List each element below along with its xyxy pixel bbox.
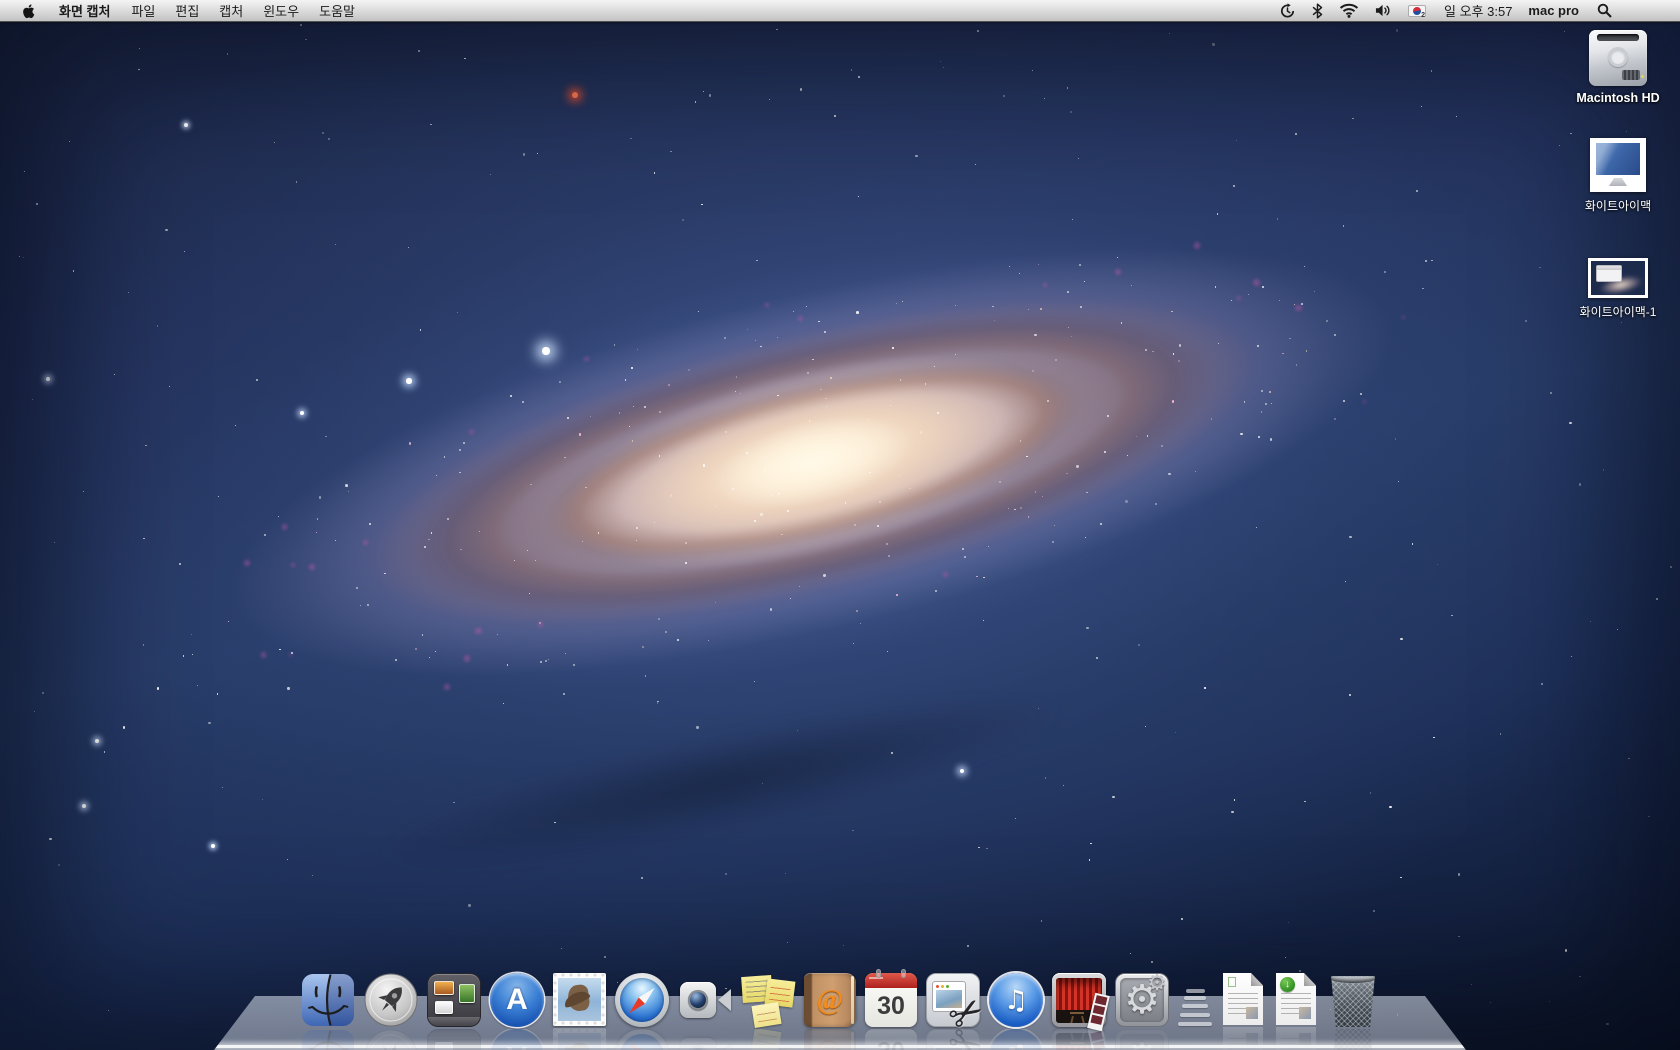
menu-3[interactable]: 캡처: [209, 0, 253, 21]
dock-item-document-icon[interactable]: [1221, 973, 1265, 1050]
menubar-username[interactable]: mac pro: [1518, 3, 1587, 18]
dock-item-stickies-icon[interactable]: [741, 973, 795, 1050]
menu-4[interactable]: 윈도우: [253, 0, 309, 21]
apple-menu[interactable]: [12, 0, 48, 21]
dock-item-safari-icon[interactable]: [615, 973, 669, 1050]
dock-separator: [1178, 973, 1212, 1027]
galaxy-core: [703, 398, 921, 526]
menu-bar-status-area: 2 일 오후 3:57 mac pro: [1271, 0, 1680, 21]
nebula-wisp: [359, 664, 1082, 902]
dock-item-document-download-icon[interactable]: ↓↓: [1274, 973, 1318, 1050]
desktop-icon-label: 화이트아이맥: [1585, 197, 1651, 214]
wallpaper: [0, 0, 1680, 1050]
desktop-icon-column: Macintosh HD 화이트아이맥화이트아이맥-1: [1560, 24, 1676, 364]
galaxy-halo: [8, 12, 1617, 911]
dock-item-app-store-icon[interactable]: AA: [490, 973, 544, 1050]
menubar-clock[interactable]: 일 오후 3:57: [1434, 1, 1518, 20]
dock-items: AA @@3030✂✂♫♫ ⚙⚙⚙⚙ ↓↓: [0, 964, 1680, 1050]
galaxy-dust-lane-inner: [414, 272, 1211, 651]
dock-item-itunes-icon[interactable]: ♫♫: [989, 973, 1043, 1050]
dock-item-grab-icon[interactable]: ✂✂: [926, 973, 980, 1050]
menu-2[interactable]: 편집: [165, 0, 209, 21]
desktop-icon-image-file-imac[interactable]: 화이트아이맥: [1560, 138, 1676, 214]
volume-icon[interactable]: [1367, 0, 1400, 21]
dock-item-address-book-icon[interactable]: @@: [804, 973, 856, 1050]
apple-icon: [23, 3, 37, 19]
dock-item-facetime-icon[interactable]: [678, 973, 732, 1050]
desktop-icon-label: 화이트아이맥-1: [1580, 303, 1657, 320]
desktop-icon-image-file-screenshot[interactable]: 화이트아이맥-1: [1560, 258, 1676, 320]
galaxy-core-glow: [545, 313, 1079, 611]
dock-item-finder-icon[interactable]: [301, 973, 355, 1050]
desktop-icon-label: Macintosh HD: [1576, 91, 1659, 105]
menu-bar: 화면 캡처파일편집캡처윈도우도움말 2 일 오후 3:57 mac pro: [0, 0, 1680, 22]
dock-item-system-preferences-icon[interactable]: ⚙⚙⚙⚙: [1115, 973, 1169, 1050]
time-machine-icon[interactable]: [1271, 0, 1304, 21]
bluetooth-icon[interactable]: [1304, 0, 1331, 21]
galaxy-dust-lane-outer: [225, 174, 1399, 751]
galaxy-starfield: [0, 0, 1680, 1050]
korean-flag-icon[interactable]: 2: [1400, 0, 1434, 21]
dock: AA @@3030✂✂♫♫ ⚙⚙⚙⚙ ↓↓: [0, 964, 1680, 1050]
dock-item-launchpad-icon[interactable]: [364, 973, 418, 1050]
macos-desktop: { "menubar": { "menus": [ { "label": "화면…: [0, 0, 1680, 1050]
dock-item-ical-icon[interactable]: 3030: [865, 973, 917, 1050]
dock-item-mission-control-icon[interactable]: [427, 973, 481, 1050]
menu-app-name[interactable]: 화면 캡처: [48, 0, 121, 21]
menu-bar-left: 화면 캡처파일편집캡처윈도우도움말: [0, 0, 365, 21]
menu-1[interactable]: 파일: [121, 0, 165, 21]
spotlight-icon[interactable]: [1587, 0, 1616, 21]
galaxy-disk: [194, 160, 1429, 764]
dock-item-photo-booth-icon[interactable]: [1052, 973, 1106, 1050]
dock-item-mail-icon[interactable]: [553, 973, 606, 1050]
wifi-icon[interactable]: [1331, 0, 1367, 21]
desktop-icon-hard-drive[interactable]: Macintosh HD: [1560, 30, 1676, 105]
starfield: [0, 0, 1680, 1050]
menu-5[interactable]: 도움말: [309, 0, 365, 21]
dock-item-trash-icon[interactable]: [1327, 973, 1379, 1050]
